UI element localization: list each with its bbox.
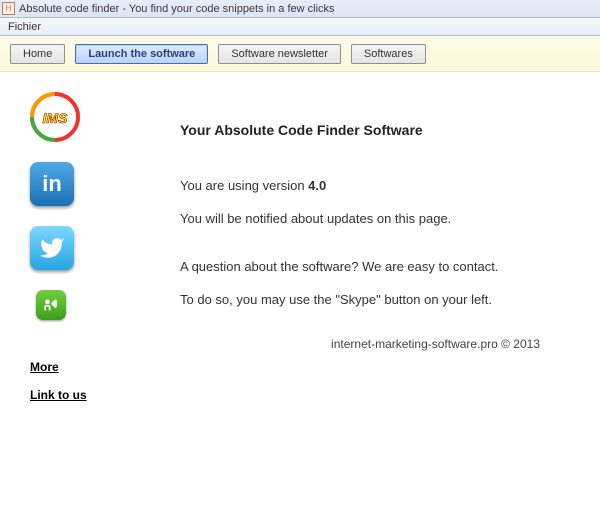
home-button[interactable]: Home xyxy=(10,44,65,64)
sidebar-links: More Link to us xyxy=(30,360,87,416)
updates-line: You will be notified about updates on th… xyxy=(180,211,580,228)
newsletter-button[interactable]: Software newsletter xyxy=(218,44,341,64)
menu-fichier[interactable]: Fichier xyxy=(2,20,47,34)
more-link[interactable]: More xyxy=(30,360,87,374)
softwares-button[interactable]: Softwares xyxy=(351,44,426,64)
question-line: A question about the software? We are ea… xyxy=(180,259,580,276)
main-panel: Your Absolute Code Finder Software You a… xyxy=(140,92,590,416)
link-to-us-link[interactable]: Link to us xyxy=(30,388,87,402)
menu-bar: Fichier xyxy=(0,18,600,36)
twitter-icon[interactable] xyxy=(30,226,74,270)
window-title: Absolute code finder - You find your cod… xyxy=(19,3,335,15)
page-heading: Your Absolute Code Finder Software xyxy=(180,122,580,138)
content-area: IMS in More Link to us Your Absolute Cod… xyxy=(0,72,600,416)
skype-hint-line: To do so, you may use the "Skype" button… xyxy=(180,292,580,309)
app-icon: H xyxy=(2,2,15,15)
linkedin-icon[interactable]: in xyxy=(30,162,74,206)
footer: internet-marketing-software.pro © 2013 xyxy=(180,329,580,351)
ims-logo-icon[interactable]: IMS xyxy=(30,92,80,142)
title-bar: H Absolute code finder - You find your c… xyxy=(0,0,600,18)
skype-icon[interactable] xyxy=(36,290,66,320)
version-line: You are using version 4.0 xyxy=(180,178,580,195)
launch-button[interactable]: Launch the software xyxy=(75,44,208,64)
sidebar: IMS in More Link to us xyxy=(30,92,140,416)
toolbar: Home Launch the software Software newsle… xyxy=(0,36,600,72)
svg-text:IMS: IMS xyxy=(43,110,69,126)
version-number: 4.0 xyxy=(308,178,326,193)
footer-text: internet-marketing-software.pro © 2013 xyxy=(331,337,540,351)
